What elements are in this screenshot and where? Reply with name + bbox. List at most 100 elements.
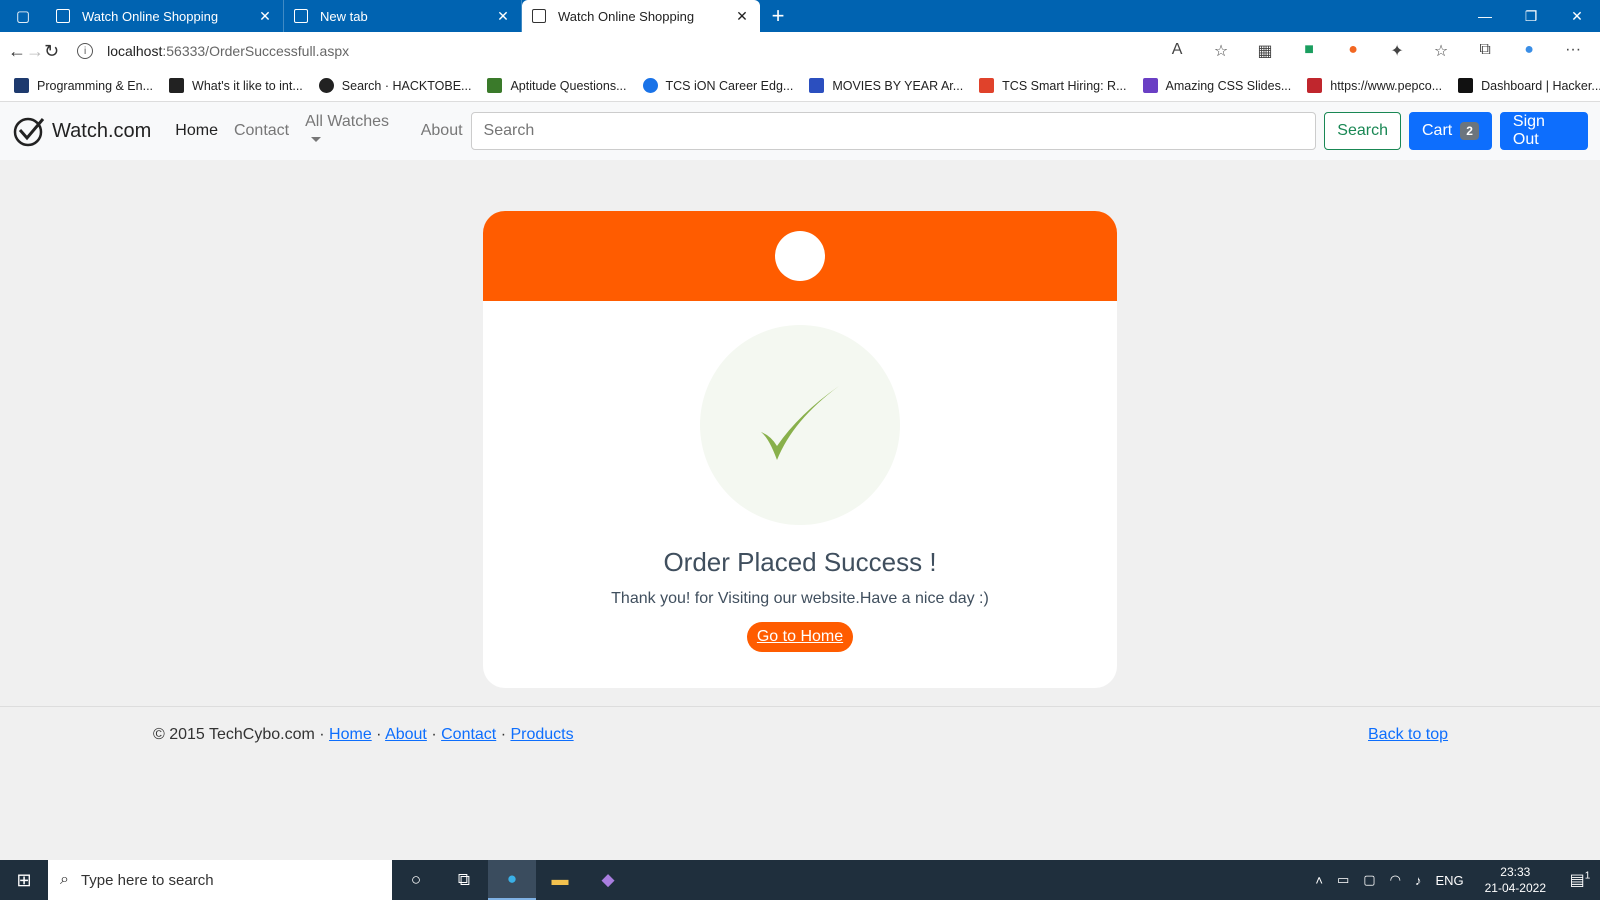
footer-links: © 2015 TechCybo.com · Home · About · Con… xyxy=(153,726,574,744)
sign-out-button[interactable]: Sign Out xyxy=(1499,112,1588,150)
bookmark-label: Dashboard | Hacker... xyxy=(1481,78,1600,93)
bookmark[interactable]: What's it like to int... xyxy=(169,78,303,93)
order-message: Thank you! for Visiting our website.Have… xyxy=(611,590,989,607)
checkmark-icon xyxy=(761,386,839,460)
cortana-icon[interactable]: ○ xyxy=(392,860,440,900)
bookmark[interactable]: TCS iON Career Edg... xyxy=(642,78,793,93)
bookmark[interactable]: MOVIES BY YEAR Ar... xyxy=(809,78,963,93)
close-window-icon[interactable]: ✕ xyxy=(1554,0,1600,32)
refresh-icon[interactable]: ↻ xyxy=(44,41,59,62)
back-to-top: Back to top xyxy=(1368,726,1448,744)
footer-contact-link[interactable]: Contact xyxy=(441,726,496,743)
wifi-icon[interactable]: ◠ xyxy=(1390,872,1401,888)
bookmark-icon xyxy=(1307,78,1323,93)
cart-label: Cart xyxy=(1421,122,1453,139)
bookmark[interactable]: Programming & En... xyxy=(14,78,153,93)
language-indicator[interactable]: ENG xyxy=(1435,873,1463,888)
taskbar-search[interactable]: ⌕ Type here to search xyxy=(48,860,392,900)
url-bar[interactable]: i localhost:56333/OrderSuccessfull.aspx xyxy=(65,36,1146,66)
bookmark-icon xyxy=(979,78,995,93)
windows-start-icon[interactable]: ⊞ xyxy=(0,860,48,900)
meet-now-icon[interactable]: ▢ xyxy=(1363,872,1375,888)
bookmark[interactable]: https://www.pepco... xyxy=(1307,78,1442,93)
extension-icon[interactable]: ■ xyxy=(1287,41,1331,61)
footer-products-link[interactable]: Products xyxy=(510,726,573,743)
minimize-icon[interactable]: — xyxy=(1462,0,1508,32)
checkmark-circle xyxy=(700,325,900,525)
bookmark[interactable]: Search · HACKTOBE... xyxy=(318,78,472,93)
extension-icon[interactable]: ● xyxy=(1331,41,1375,61)
tab-title: New tab xyxy=(320,8,368,24)
tab-1[interactable]: Watch Online Shopping ✕ xyxy=(46,0,284,32)
cart-count-badge: 2 xyxy=(1460,122,1479,140)
brand[interactable]: Watch.com xyxy=(12,114,151,148)
brand-check-icon xyxy=(13,117,45,147)
chevron-up-icon[interactable]: ˄ xyxy=(1315,873,1323,888)
footer-home-link[interactable]: Home xyxy=(329,726,372,743)
bookmark[interactable]: Aptitude Questions... xyxy=(487,78,627,93)
order-title: Order Placed Success ! xyxy=(663,547,937,577)
bookmark-label: MOVIES BY YEAR Ar... xyxy=(832,78,964,93)
volume-icon[interactable]: ♪ xyxy=(1415,873,1422,888)
favorites-icon[interactable]: ☆ xyxy=(1419,41,1463,61)
add-favorite-icon[interactable]: ☆ xyxy=(1199,41,1243,61)
site-info-icon[interactable]: i xyxy=(77,43,94,59)
bookmark-icon xyxy=(14,78,29,93)
tab-title: Watch Online Shopping xyxy=(558,8,695,24)
restore-icon[interactable]: ❐ xyxy=(1508,0,1554,32)
bookmarks-bar: Programming & En... What's it like to in… xyxy=(0,70,1600,102)
search-input[interactable] xyxy=(470,112,1317,150)
close-tab-icon[interactable]: ✕ xyxy=(495,8,511,25)
nav-home[interactable]: Home xyxy=(175,122,218,140)
clock[interactable]: 23:33 21-04-2022 xyxy=(1485,864,1546,896)
newtab-icon xyxy=(294,9,308,23)
bookmark-label: What's it like to int... xyxy=(192,78,303,93)
separator: · xyxy=(431,726,437,743)
nav-contact[interactable]: Contact xyxy=(234,122,289,140)
back-icon[interactable]: ← xyxy=(8,41,26,62)
read-aloud-icon[interactable]: A xyxy=(1155,41,1199,61)
tab-actions-icon[interactable]: ▢ xyxy=(0,0,46,32)
nav-all-watches-label: All Watches xyxy=(305,113,389,130)
bookmark[interactable]: Amazing CSS Slides... xyxy=(1142,78,1291,93)
visual-studio-icon[interactable]: ◆ xyxy=(584,860,632,900)
cart-button[interactable]: Cart 2 xyxy=(1408,112,1492,150)
bookmark-label: Search · HACKTOBE... xyxy=(341,78,472,93)
new-tab-button[interactable]: + xyxy=(760,0,796,32)
url-path: :56333/OrderSuccessfull.aspx xyxy=(162,43,350,59)
nav-about[interactable]: About xyxy=(421,122,463,140)
edge-browser-icon[interactable]: ● xyxy=(488,860,536,900)
profile-icon[interactable]: ● xyxy=(1507,41,1551,61)
site-navbar: Watch.com Home Contact All Watches About… xyxy=(0,102,1600,160)
search-button[interactable]: Search xyxy=(1324,112,1401,150)
go-to-home-button[interactable]: Go to Home xyxy=(747,622,853,652)
footer-about-link[interactable]: About xyxy=(385,726,427,743)
notification-icon[interactable]: ▤1 xyxy=(1560,870,1600,890)
extension-icon[interactable]: ▦ xyxy=(1243,41,1287,61)
close-tab-icon[interactable]: ✕ xyxy=(734,8,750,25)
file-explorer-icon[interactable]: ▬ xyxy=(536,860,584,900)
tab-3[interactable]: Watch Online Shopping ✕ xyxy=(522,0,760,32)
bookmark[interactable]: Dashboard | Hacker... xyxy=(1458,78,1600,93)
url-host: localhost xyxy=(107,43,163,59)
extensions-icon[interactable]: ✦ xyxy=(1375,41,1419,61)
date: 21-04-2022 xyxy=(1484,881,1546,895)
github-icon xyxy=(318,78,334,93)
taskbar-search-placeholder: Type here to search xyxy=(80,871,214,889)
bookmark-icon xyxy=(809,78,825,93)
back-to-top-link[interactable]: Back to top xyxy=(1368,726,1448,743)
header-circle xyxy=(775,231,825,281)
close-tab-icon[interactable]: ✕ xyxy=(257,8,273,25)
nav-all-watches[interactable]: All Watches xyxy=(305,113,405,149)
battery-icon[interactable]: ▭ xyxy=(1337,872,1349,888)
bookmark-icon xyxy=(169,78,185,93)
more-icon[interactable]: ··· xyxy=(1551,41,1595,61)
page-icon xyxy=(56,9,70,23)
copyright: © 2015 TechCybo.com · xyxy=(153,726,325,743)
task-view-icon[interactable]: ⧉ xyxy=(440,860,488,900)
tab-2[interactable]: New tab ✕ xyxy=(284,0,522,32)
collections-icon[interactable]: ⧉ xyxy=(1463,41,1507,61)
forward-icon[interactable]: → xyxy=(26,41,44,62)
bookmark[interactable]: TCS Smart Hiring: R... xyxy=(979,78,1127,93)
brand-name: Watch.com xyxy=(52,119,152,142)
